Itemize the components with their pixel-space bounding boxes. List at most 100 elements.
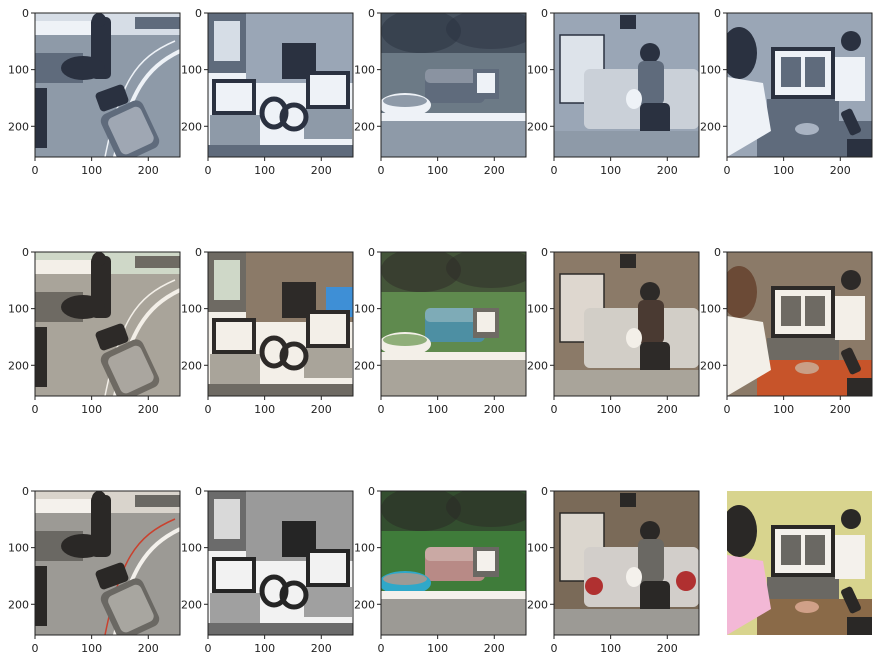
panel-image xyxy=(208,13,353,157)
image-panel-r3-c1: 0 100 200 0 100 200 xyxy=(8,485,181,655)
x-tick-label: 100 xyxy=(600,164,621,177)
y-tick-label: 0 xyxy=(714,246,721,259)
panel-image xyxy=(554,13,699,157)
y-tick-label: 0 xyxy=(368,246,375,259)
y-tick-label: 200 xyxy=(181,359,202,372)
y-tick-label: 100 xyxy=(354,542,375,555)
y-tick-label: 200 xyxy=(527,120,548,133)
y-tick-label: 100 xyxy=(354,64,375,77)
panel-image xyxy=(35,13,180,157)
panel-image xyxy=(727,13,872,157)
x-tick-label: 0 xyxy=(724,403,731,416)
y-tick-label: 0 xyxy=(22,7,29,20)
y-tick-label: 0 xyxy=(195,485,202,498)
y-tick-label: 200 xyxy=(700,359,721,372)
x-tick-label: 200 xyxy=(311,642,332,655)
y-tick-label: 0 xyxy=(541,7,548,20)
x-tick-label: 100 xyxy=(254,164,275,177)
x-tick-label: 200 xyxy=(657,403,678,416)
x-tick-label: 100 xyxy=(254,642,275,655)
panel-image xyxy=(208,491,353,635)
image-panel-r3-c4: 0 100 200 0 100 200 xyxy=(527,485,700,655)
y-tick-label: 0 xyxy=(22,485,29,498)
x-tick-label: 200 xyxy=(311,164,332,177)
x-tick-label: 200 xyxy=(484,164,505,177)
y-tick-label: 0 xyxy=(368,485,375,498)
y-tick-label: 0 xyxy=(541,246,548,259)
y-tick-label: 100 xyxy=(354,303,375,316)
x-tick-label: 200 xyxy=(830,403,851,416)
x-tick-label: 100 xyxy=(427,642,448,655)
x-tick-label: 0 xyxy=(551,164,558,177)
image-panel-r2-c2: 0 100 200 0 100 200 xyxy=(181,246,354,416)
image-panel-r1-c1: 0 100 200 0 100 200 xyxy=(8,7,181,177)
image-panel-r1-c4: 0 100 200 0 100 200 xyxy=(527,7,700,177)
panel-image xyxy=(381,252,526,396)
y-tick-label: 100 xyxy=(527,303,548,316)
image-panel-r2-c3: 0 100 200 0 100 200 xyxy=(354,246,527,416)
panel-image xyxy=(35,491,180,635)
image-panel-r2-c4: 0 100 200 0 100 200 xyxy=(527,246,700,416)
x-tick-label: 200 xyxy=(830,164,851,177)
panel-image xyxy=(727,252,872,396)
x-tick-label: 200 xyxy=(138,642,159,655)
x-tick-label: 100 xyxy=(81,642,102,655)
x-tick-label: 0 xyxy=(551,642,558,655)
image-panel-r1-c5: 0 100 200 0 100 200 xyxy=(700,7,873,177)
x-tick-label: 100 xyxy=(81,164,102,177)
y-tick-label: 200 xyxy=(181,598,202,611)
y-tick-label: 100 xyxy=(700,64,721,77)
y-tick-label: 100 xyxy=(8,542,29,555)
y-tick-label: 100 xyxy=(700,303,721,316)
y-tick-label: 0 xyxy=(714,7,721,20)
y-tick-label: 200 xyxy=(700,120,721,133)
x-tick-label: 0 xyxy=(378,642,385,655)
x-tick-label: 100 xyxy=(81,403,102,416)
image-panel-r1-c3: 0 100 200 0 100 200 xyxy=(354,7,527,177)
y-tick-label: 0 xyxy=(541,485,548,498)
x-tick-label: 200 xyxy=(311,403,332,416)
image-panel-r2-c1: 0 100 200 0 100 200 xyxy=(8,246,181,416)
image-panel-r3-c5 xyxy=(727,491,872,635)
panel-image xyxy=(381,13,526,157)
y-tick-label: 0 xyxy=(195,246,202,259)
x-tick-label: 0 xyxy=(32,642,39,655)
x-tick-label: 0 xyxy=(205,403,212,416)
y-tick-label: 100 xyxy=(181,542,202,555)
x-tick-label: 0 xyxy=(551,403,558,416)
x-tick-label: 0 xyxy=(724,164,731,177)
x-tick-label: 200 xyxy=(484,642,505,655)
x-tick-label: 0 xyxy=(205,642,212,655)
y-tick-label: 200 xyxy=(8,359,29,372)
y-tick-label: 200 xyxy=(354,120,375,133)
x-tick-label: 100 xyxy=(427,403,448,416)
x-tick-label: 100 xyxy=(600,642,621,655)
y-tick-label: 0 xyxy=(22,246,29,259)
x-tick-label: 100 xyxy=(427,164,448,177)
y-tick-label: 100 xyxy=(181,64,202,77)
y-tick-label: 0 xyxy=(195,7,202,20)
y-tick-label: 200 xyxy=(8,598,29,611)
x-tick-label: 0 xyxy=(205,164,212,177)
x-tick-label: 100 xyxy=(773,403,794,416)
panel-image xyxy=(554,491,699,635)
x-tick-label: 200 xyxy=(484,403,505,416)
image-panel-r1-c2: 0 100 200 0 100 200 xyxy=(181,7,354,177)
x-tick-label: 0 xyxy=(32,164,39,177)
x-tick-label: 100 xyxy=(600,403,621,416)
image-panel-r2-c5: 0 100 200 0 100 200 xyxy=(700,246,873,416)
panel-image xyxy=(727,491,872,635)
y-tick-label: 200 xyxy=(527,598,548,611)
y-tick-label: 200 xyxy=(181,120,202,133)
x-tick-label: 0 xyxy=(32,403,39,416)
image-panel-r3-c2: 0 100 200 0 100 200 xyxy=(181,485,354,655)
image-grid-figure: 0 100 200 0 100 200 0 100 200 0 100 200 0 100 200 0 100 2… xyxy=(8,7,873,655)
y-tick-label: 200 xyxy=(354,598,375,611)
y-tick-label: 100 xyxy=(181,303,202,316)
panel-image xyxy=(381,491,526,635)
x-tick-label: 200 xyxy=(138,164,159,177)
y-tick-label: 100 xyxy=(527,64,548,77)
x-tick-label: 200 xyxy=(657,642,678,655)
y-tick-label: 200 xyxy=(527,359,548,372)
x-tick-label: 100 xyxy=(254,403,275,416)
